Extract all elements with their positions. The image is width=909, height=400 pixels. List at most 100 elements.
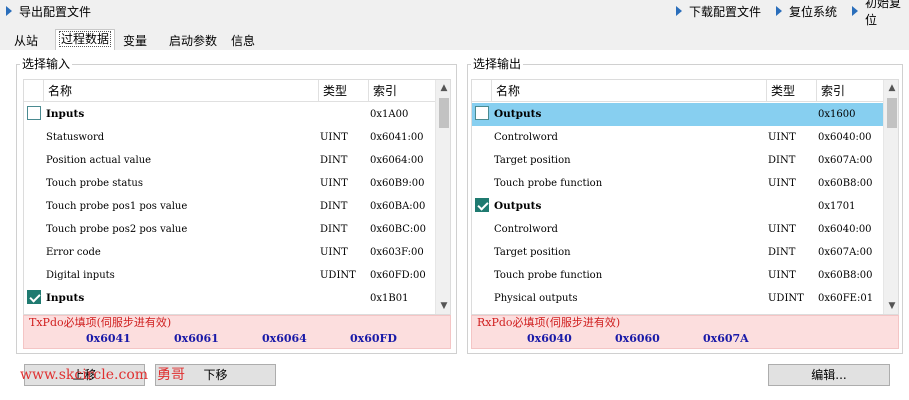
- tab-slave[interactable]: 从站: [8, 32, 44, 51]
- rxpdo-required-box: RxPdo必填项(伺服步进有效) 0x6040 0x6060 0x607A: [471, 315, 899, 349]
- row-index: 0x1A00: [370, 109, 409, 120]
- header-name[interactable]: 名称: [44, 80, 319, 102]
- list-item[interactable]: Target position DINT 0x607A:00: [472, 149, 884, 172]
- row-name: Position actual value: [46, 155, 152, 166]
- row-type: DINT: [768, 247, 796, 258]
- output-scrollbar[interactable]: ▲ ▼: [883, 80, 898, 314]
- export-config-button[interactable]: 导出配置文件: [6, 0, 91, 22]
- row-index: 0x60FE:01: [818, 293, 874, 304]
- row-name: Inputs: [46, 292, 85, 304]
- watermark-author: 勇哥: [157, 367, 185, 383]
- list-item[interactable]: Position actual value DINT 0x6064:00: [24, 149, 436, 172]
- checkbox[interactable]: [475, 106, 489, 120]
- row-name: Digital inputs: [46, 270, 115, 281]
- row-index: 0x6064:00: [370, 155, 424, 166]
- header-type[interactable]: 类型: [319, 80, 369, 102]
- tab-label: 信息: [230, 34, 255, 48]
- row-type: DINT: [320, 201, 348, 212]
- row-index: 0x1600: [818, 109, 856, 120]
- reset-system-label: 复位系统: [789, 4, 838, 19]
- list-item[interactable]: Outputs 0x1701: [472, 195, 884, 218]
- list-item[interactable]: Inputs 0x1B01: [24, 287, 436, 310]
- output-list-header: 名称 类型 索引: [472, 80, 884, 102]
- output-list[interactable]: 名称 类型 索引 Outputs 0x1600 Controlword UINT…: [471, 79, 899, 315]
- row-index: 0x1B01: [370, 293, 409, 304]
- header-type[interactable]: 类型: [767, 80, 817, 102]
- list-item[interactable]: Touch probe function UINT 0x60B8:00: [472, 172, 884, 195]
- list-item[interactable]: Statusword UINT 0x6041:00: [24, 126, 436, 149]
- header-index[interactable]: 索引: [817, 80, 884, 102]
- row-index: 0x6040:00: [818, 132, 872, 143]
- input-group-title: 选择输入: [20, 57, 73, 71]
- checkbox[interactable]: [475, 198, 489, 212]
- scroll-down-icon[interactable]: ▼: [884, 298, 898, 314]
- row-name: Error code: [46, 247, 101, 258]
- row-name: Controlword: [494, 224, 558, 235]
- row-type: UDINT: [320, 270, 356, 281]
- tab-info[interactable]: 信息: [225, 32, 261, 51]
- row-type: UINT: [768, 270, 796, 281]
- toolbar: 导出配置文件 下载配置文件 复位系统 初始复位: [0, 0, 909, 27]
- row-index: 0x60B8:00: [818, 270, 873, 281]
- row-index: 0x60B9:00: [370, 178, 425, 189]
- scroll-down-icon[interactable]: ▼: [436, 298, 450, 314]
- checkbox[interactable]: [27, 106, 41, 120]
- scroll-up-icon[interactable]: ▲: [436, 80, 450, 96]
- tab-label: 从站: [13, 34, 38, 48]
- list-item[interactable]: Inputs 0x1A00: [24, 103, 436, 126]
- play-arrow-icon: [776, 6, 782, 16]
- header-name[interactable]: 名称: [492, 80, 767, 102]
- output-group: 选择输出 名称 类型 索引 Outputs 0x1600 Controlword…: [467, 57, 903, 354]
- row-name: Target position: [494, 247, 571, 258]
- list-item[interactable]: Target position DINT 0x607A:00: [472, 241, 884, 264]
- row-name: Touch probe pos2 pos value: [46, 224, 188, 235]
- tab-variables[interactable]: 变量: [117, 32, 153, 51]
- process-data-panel: 选择输入 名称 类型 索引 Inputs 0x1A00 Statusword U…: [0, 50, 909, 400]
- list-item[interactable]: Error code UINT 0x603F:00: [24, 241, 436, 264]
- required-code: 0x6060: [615, 332, 660, 345]
- required-code: 0x6064: [262, 332, 307, 345]
- input-list[interactable]: 名称 类型 索引 Inputs 0x1A00 Statusword UINT 0…: [23, 79, 451, 315]
- list-item[interactable]: Touch probe status UINT 0x60B9:00: [24, 172, 436, 195]
- row-name: Touch probe function: [494, 270, 603, 281]
- list-item[interactable]: Touch probe function UINT 0x60B8:00: [472, 264, 884, 287]
- tab-startup-params[interactable]: 启动参数: [163, 32, 223, 51]
- txpdo-required-title: TxPdo必填项(伺服步进有效): [29, 316, 172, 329]
- row-index: 0x60B8:00: [818, 178, 873, 189]
- checkbox[interactable]: [27, 290, 41, 304]
- required-code: 0x60FD: [350, 332, 397, 345]
- scroll-thumb[interactable]: [887, 98, 897, 128]
- reset-system-button[interactable]: 复位系统: [776, 0, 837, 22]
- row-index: 0x1701: [818, 201, 856, 212]
- scroll-thumb[interactable]: [439, 98, 449, 128]
- row-type: DINT: [768, 155, 796, 166]
- row-index: 0x6041:00: [370, 132, 424, 143]
- edit-button[interactable]: 编辑...: [768, 364, 890, 386]
- row-type: UINT: [320, 132, 348, 143]
- tab-process-data[interactable]: 过程数据: [55, 29, 115, 51]
- row-index: 0x603F:00: [370, 247, 424, 258]
- header-index[interactable]: 索引: [369, 80, 436, 102]
- scroll-up-icon[interactable]: ▲: [884, 80, 898, 96]
- txpdo-required-box: TxPdo必填项(伺服步进有效) 0x6041 0x6061 0x6064 0x…: [23, 315, 451, 349]
- row-name: Outputs: [494, 108, 542, 120]
- tab-label: 变量: [122, 34, 147, 48]
- header-spacer: [24, 80, 44, 102]
- row-index: 0x6040:00: [818, 224, 872, 235]
- list-item[interactable]: Controlword UINT 0x6040:00: [472, 126, 884, 149]
- row-type: UINT: [320, 178, 348, 189]
- list-item[interactable]: Controlword UINT 0x6040:00: [472, 218, 884, 241]
- list-item[interactable]: Touch probe pos2 pos value DINT 0x60BC:0…: [24, 218, 436, 241]
- input-scrollbar[interactable]: ▲ ▼: [435, 80, 450, 314]
- download-config-button[interactable]: 下载配置文件: [676, 0, 761, 22]
- row-name: Touch probe status: [46, 178, 143, 189]
- row-index: 0x60BC:00: [370, 224, 427, 235]
- list-item[interactable]: Digital inputs UDINT 0x60FD:00: [24, 264, 436, 287]
- row-type: UINT: [768, 224, 796, 235]
- list-item[interactable]: Touch probe pos1 pos value DINT 0x60BA:0…: [24, 195, 436, 218]
- list-item[interactable]: Outputs 0x1600: [472, 103, 884, 126]
- initial-reset-button[interactable]: 初始复位: [852, 0, 909, 27]
- initial-reset-label: 初始复位: [865, 0, 902, 27]
- list-item[interactable]: Physical outputs UDINT 0x60FE:01: [472, 287, 884, 310]
- row-name: Touch probe function: [494, 178, 603, 189]
